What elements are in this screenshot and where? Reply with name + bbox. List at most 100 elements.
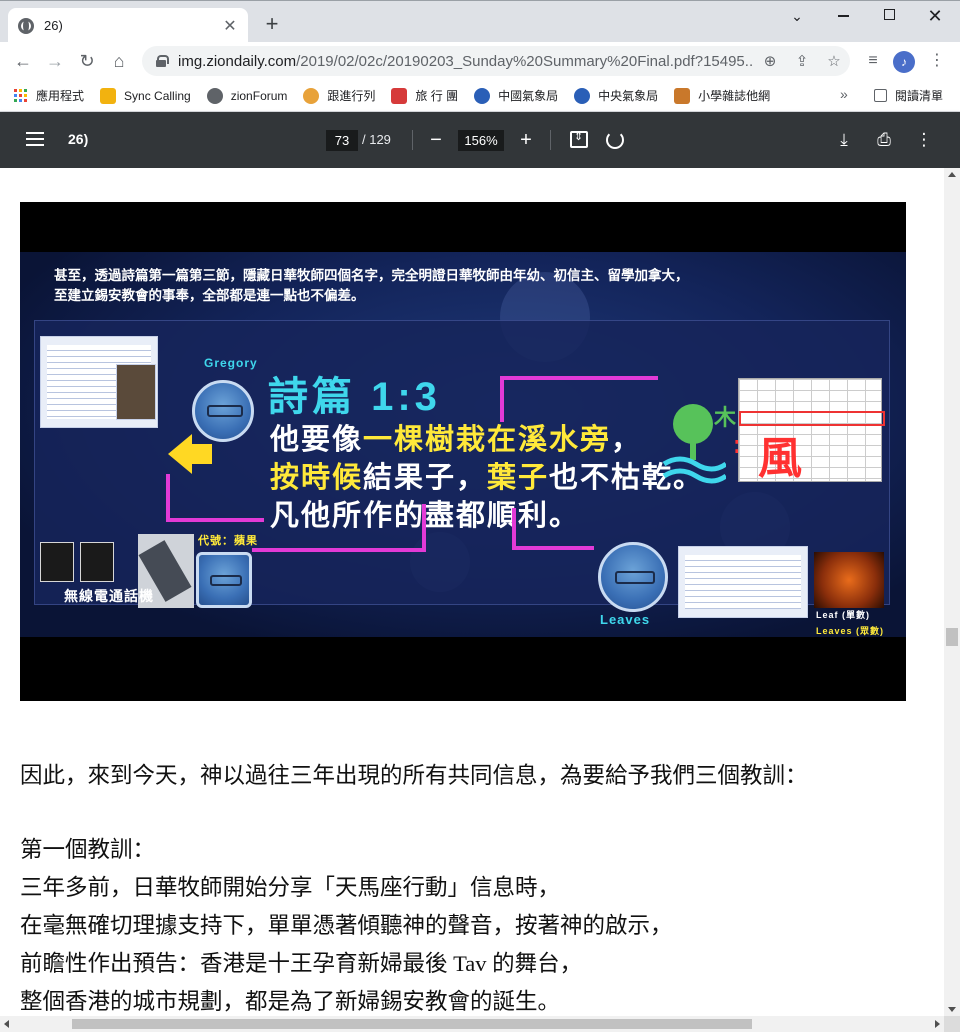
autumn-leaf-image bbox=[814, 552, 884, 608]
verse-reference: 詩篇 1:3 bbox=[268, 375, 441, 419]
cartoon-face-leaves bbox=[598, 542, 668, 612]
bookmarks-bar: 應用程式 Sync Calling zionForum 跟進行列 旅 行 團 中… bbox=[0, 80, 960, 112]
minimize-icon bbox=[837, 15, 849, 17]
url-text[interactable]: img.ziondaily.com/2019/02/02c/20190203_S… bbox=[178, 53, 754, 70]
sync-calling-icon bbox=[100, 87, 117, 104]
bookmark-label: 小學雜誌他網 bbox=[698, 89, 771, 103]
tab-search-icon[interactable]: ⌄ bbox=[774, 5, 820, 29]
profile-avatar[interactable]: ♪ bbox=[893, 51, 915, 73]
browser-toolbar: ← → ↻ ⌂ img.ziondaily.com/2019/02/02c/20… bbox=[0, 42, 960, 80]
document-thumbnail bbox=[678, 546, 808, 618]
bookmark-label: Sync Calling bbox=[124, 88, 191, 103]
lesson-heading: 第一個教訓： bbox=[20, 837, 156, 862]
lock-icon[interactable] bbox=[156, 55, 169, 67]
wind-character: 風 bbox=[758, 434, 802, 483]
reload-button[interactable]: ↻ bbox=[72, 46, 102, 76]
toolbar-divider bbox=[412, 130, 413, 150]
connector-line bbox=[500, 376, 658, 380]
maximize-button[interactable] bbox=[866, 5, 912, 29]
cartoon-apple-avatar bbox=[196, 552, 252, 608]
url-path: /2019/02/02c/20190203_Sunday%20Summary%2… bbox=[296, 52, 754, 70]
close-tab-icon[interactable]: ✕ bbox=[222, 16, 238, 36]
scroll-down-icon[interactable] bbox=[948, 1007, 956, 1012]
close-window-button[interactable]: ✕ bbox=[912, 5, 958, 29]
bookmark-cwb[interactable]: 中央氣象局 bbox=[574, 87, 658, 104]
media-control-icon[interactable]: ≡ bbox=[858, 46, 888, 76]
browser-menu-icon[interactable]: ⋮ bbox=[922, 46, 952, 76]
slide-caption: 甚至，透過詩篇第一篇第三節，隱藏日華牧師四個名字，完全明證日華牧師由年幼、初信主… bbox=[54, 266, 874, 306]
reading-list-label: 閱讀清單 bbox=[895, 89, 944, 103]
address-bar[interactable]: img.ziondaily.com/2019/02/02c/20190203_S… bbox=[142, 46, 850, 76]
paragraph-line: 整個香港的城市規劃，都是為了新婦錫安教會的誕生。 bbox=[20, 989, 561, 1014]
page-total: / 129 bbox=[362, 132, 391, 147]
bookmark-star-icon[interactable]: ☆ bbox=[818, 52, 850, 70]
silhouette-avatar bbox=[40, 542, 74, 582]
connector-line bbox=[500, 376, 504, 422]
bookmarks-overflow-icon[interactable]: » bbox=[840, 86, 848, 102]
bookmark-sync-calling[interactable]: Sync Calling bbox=[100, 87, 191, 104]
bookmark-label: zionForum bbox=[230, 88, 288, 103]
download-icon[interactable]: ⤓ bbox=[832, 128, 856, 152]
menu-icon[interactable] bbox=[26, 132, 44, 146]
bookmark-cma[interactable]: 中國氣象局 bbox=[474, 87, 558, 104]
leaves-plural-label: Leaves (眾數) bbox=[816, 626, 885, 636]
browser-tab[interactable]: 26) ✕ bbox=[8, 8, 248, 43]
arrow-left-icon bbox=[168, 434, 192, 474]
paragraph-line: 三年多前，日華牧師開始分享「天馬座行動」信息時， bbox=[20, 875, 561, 900]
bookmark-label: 跟進行列 bbox=[327, 89, 376, 103]
pdf-title: 26) bbox=[68, 131, 89, 147]
print-icon[interactable]: ⎙ bbox=[872, 128, 896, 152]
follow-up-icon bbox=[303, 87, 320, 104]
paragraph-line: 在毫無確切理據支持下，單單憑著傾聽神的聲音，按著神的啟示， bbox=[20, 913, 673, 938]
connector-line bbox=[252, 548, 426, 552]
home-button[interactable]: ⌂ bbox=[104, 46, 134, 76]
reading-list-button[interactable]: 閱讀清單 bbox=[874, 87, 943, 104]
connector-line bbox=[422, 504, 426, 550]
back-button[interactable]: ← bbox=[8, 46, 38, 76]
scroll-left-icon[interactable] bbox=[4, 1020, 9, 1028]
walkie-talkie-label: 無線電通話機 bbox=[64, 588, 154, 604]
gregory-label: Gregory bbox=[204, 356, 258, 370]
page-number-input[interactable]: 73 bbox=[326, 130, 358, 151]
portrait-thumbnail bbox=[116, 364, 156, 420]
vertical-scroll-thumb[interactable] bbox=[946, 628, 958, 646]
bookmark-zionforum[interactable]: zionForum bbox=[206, 87, 288, 104]
bookmark-label: 中國氣象局 bbox=[498, 89, 559, 103]
bookmark-apps[interactable]: 應用程式 bbox=[14, 87, 84, 104]
new-tab-button[interactable]: + bbox=[260, 13, 284, 37]
zoom-in-button[interactable]: + bbox=[514, 126, 538, 154]
slide-caption-line: 至建立錫安教會的事奉，全部都是連一點也不偏差。 bbox=[54, 288, 365, 303]
paragraph: 因此，來到今天，神以過往三年出現的所有共同信息，為要給予我們三個教訓： bbox=[20, 763, 808, 788]
scroll-up-icon[interactable] bbox=[948, 172, 956, 177]
leaves-label: Leaves bbox=[600, 612, 651, 627]
leaf-singular-label: Leaf (單數) bbox=[816, 610, 871, 620]
bookmark-tour[interactable]: 旅 行 團 bbox=[391, 87, 458, 104]
scroll-right-icon[interactable] bbox=[935, 1020, 940, 1028]
tab-strip: 26) ✕ + ⌄ ✕ bbox=[0, 0, 960, 43]
connector-line bbox=[512, 546, 594, 550]
forward-button[interactable]: → bbox=[40, 46, 70, 76]
bookmark-magazine[interactable]: 小學雜誌他網 bbox=[674, 87, 770, 104]
verse-line-2: 按時候結果子，葉子也不枯乾。 bbox=[270, 462, 705, 494]
vertical-scrollbar[interactable] bbox=[944, 168, 960, 1016]
pdf-viewer[interactable]: 甚至，透過詩篇第一篇第三節，隱藏日華牧師四個名字，完全明證日華牧師由年幼、初信主… bbox=[0, 168, 944, 1016]
more-actions-icon[interactable]: ⋮ bbox=[912, 128, 936, 152]
horizontal-scroll-thumb[interactable] bbox=[72, 1019, 752, 1029]
zoom-out-button[interactable]: − bbox=[424, 126, 448, 154]
minimize-button[interactable] bbox=[820, 5, 866, 29]
toolbar-divider bbox=[550, 130, 551, 150]
reading-list-icon bbox=[874, 89, 887, 102]
zoom-icon[interactable]: ⊕ bbox=[754, 52, 786, 70]
bookmark-label: 應用程式 bbox=[36, 89, 85, 103]
silhouette-avatar bbox=[80, 542, 114, 582]
pdf-toolbar: 26) 73 / 129 − 156% + ⤓ ⎙ ⋮ bbox=[0, 112, 960, 168]
share-icon[interactable]: ⇪ bbox=[786, 52, 818, 70]
slide-image: 甚至，透過詩篇第一篇第三節，隱藏日華牧師四個名字，完全明證日華牧師由年幼、初信主… bbox=[20, 202, 906, 701]
fit-to-page-icon[interactable] bbox=[570, 130, 588, 148]
bookmark-follow-up[interactable]: 跟進行列 bbox=[303, 87, 375, 104]
rotate-icon[interactable] bbox=[606, 131, 624, 149]
weather-bureau-icon bbox=[574, 87, 591, 104]
tab-title: 26) bbox=[44, 18, 63, 33]
horizontal-scrollbar[interactable] bbox=[0, 1016, 944, 1032]
zoom-level-input[interactable]: 156% bbox=[458, 130, 504, 151]
